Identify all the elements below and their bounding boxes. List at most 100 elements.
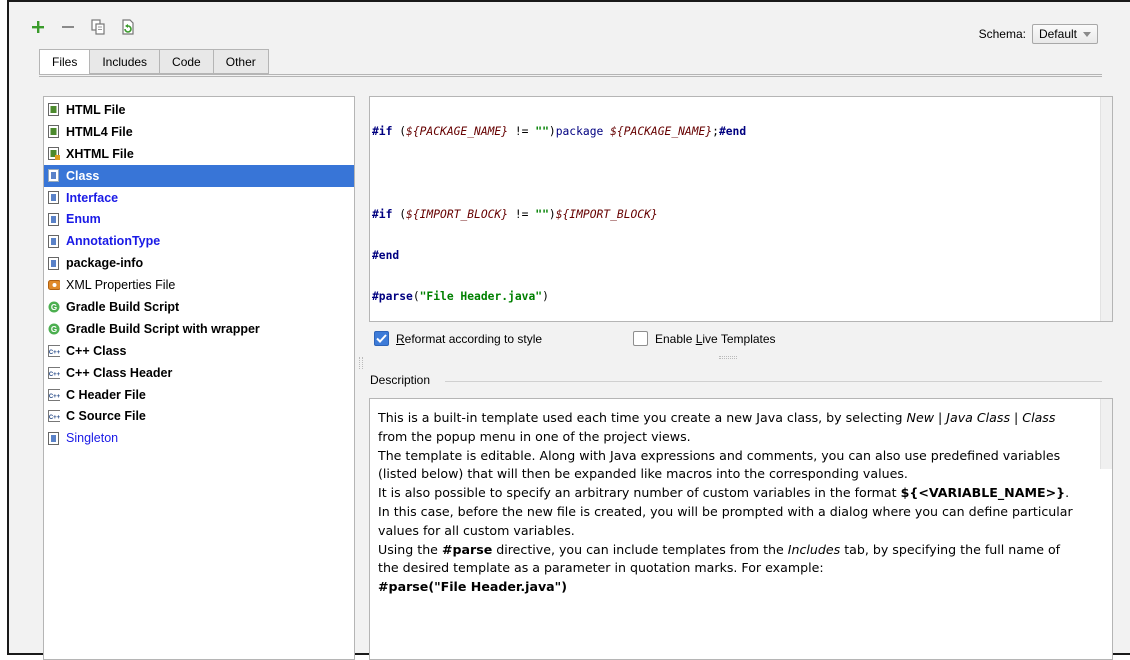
template-code: #if (${PACKAGE_NAME} != "")package ${PAC… — [372, 101, 964, 321]
cpp-icon: C++ — [48, 410, 60, 423]
desc-includes-tab: Includes — [787, 541, 841, 557]
code-line-3: #if (${IMPORT_BLOCK} != "")${IMPORT_BLOC… — [372, 207, 658, 221]
schema-selector: Schema: Default — [979, 24, 1098, 44]
schema-label: Schema: — [978, 27, 1026, 41]
reformat-mnemonic: R — [396, 331, 405, 346]
reformat-label-text: eformat according to style — [404, 331, 543, 346]
tab-code[interactable]: Code — [160, 49, 214, 74]
list-item-label: Class — [66, 168, 100, 183]
java-class-icon — [48, 169, 60, 183]
list-item-html-file[interactable]: HTML File — [44, 99, 354, 121]
list-item-label: C Source File — [66, 409, 146, 424]
desc-text-run: from the popup menu in one of the projec… — [378, 428, 691, 444]
desc-text-run: | — [934, 410, 947, 425]
list-item-label: C++ Class — [66, 343, 127, 358]
desc-menu-class: Class — [1022, 410, 1056, 425]
vertical-splitter-handle[interactable] — [359, 357, 363, 369]
svg-text:C++: C++ — [49, 350, 60, 356]
tab-label: Files — [52, 55, 78, 69]
svg-text:C++: C++ — [49, 394, 60, 400]
gradle-icon: G — [48, 300, 60, 313]
list-item-singleton[interactable]: Singleton — [44, 427, 354, 449]
list-item-label: Gradle Build Script — [66, 299, 180, 314]
list-item-label: HTML File — [66, 102, 126, 117]
tab-label: Code — [172, 54, 201, 69]
live-templates-checkbox[interactable] — [633, 331, 648, 346]
list-item-enum[interactable]: Enum — [44, 208, 354, 230]
cpp-icon: C++ — [48, 366, 60, 379]
desc-text-run: | — [1010, 410, 1023, 425]
live-templates-label: Enable Live Templates — [655, 332, 776, 346]
schema-dropdown[interactable]: Default — [1031, 24, 1098, 44]
reformat-checkbox[interactable] — [374, 331, 389, 346]
copy-icon[interactable] — [89, 18, 107, 36]
list-item-label: C Header File — [66, 387, 146, 402]
desc-variable-syntax: ${<VARIABLE_NAME>} — [900, 485, 1066, 501]
schema-value: Default — [1038, 27, 1077, 41]
list-item-xhtml-file[interactable]: XHTML File — [44, 143, 354, 165]
list-item-cpp-class-header[interactable]: C++ C++ Class Header — [44, 362, 354, 384]
html-file-icon — [48, 125, 60, 139]
plus-icon[interactable] — [29, 18, 47, 36]
desc-text-run: It is also possible to specify an arbitr… — [378, 485, 901, 501]
list-item-label: XHTML File — [66, 146, 134, 161]
list-item-label: Singleton — [66, 431, 119, 446]
svg-text:G: G — [51, 325, 57, 334]
description-divider — [445, 381, 1102, 382]
description-text: This is a built-in template used each ti… — [378, 409, 1078, 597]
list-item-xml-properties-file[interactable]: XML Properties File — [44, 274, 354, 296]
list-item-gradle-build-script[interactable]: G Gradle Build Script — [44, 296, 354, 318]
reset-icon[interactable] — [119, 18, 137, 36]
desc-menu-new: New — [906, 410, 935, 425]
cpp-icon: C++ — [48, 388, 60, 401]
code-line-1: #if (${PACKAGE_NAME} != "")package ${PAC… — [372, 124, 747, 138]
desc-parse-directive: #parse — [441, 541, 493, 557]
list-item-html4-file[interactable]: HTML4 File — [44, 121, 354, 143]
reformat-label: Reformat according to style — [396, 332, 542, 346]
tab-includes[interactable]: Includes — [90, 49, 161, 74]
svg-text:G: G — [51, 303, 57, 312]
live-templates-option[interactable]: Enable Live Templates — [633, 331, 776, 346]
desc-parse-example: #parse("File Header.java") — [378, 579, 567, 595]
horizontal-splitter-handle[interactable] — [719, 356, 737, 359]
reformat-option[interactable]: Reformat according to style — [374, 331, 542, 346]
list-item-gradle-build-script-wrapper[interactable]: G Gradle Build Script with wrapper — [44, 318, 354, 340]
tab-divider — [39, 74, 1102, 77]
live-templates-label-rest: ive Templates — [702, 331, 776, 346]
description-panel: This is a built-in template used each ti… — [369, 398, 1113, 660]
desc-text-run: directive, you can include templates fro… — [492, 541, 788, 557]
tab-other[interactable]: Other — [213, 49, 269, 74]
minus-icon[interactable] — [59, 18, 77, 36]
code-line-4: #end — [372, 248, 400, 262]
list-item-annotationtype[interactable]: AnnotationType — [44, 230, 354, 252]
desc-paragraph-2: The template is editable. Along with Jav… — [378, 447, 1061, 482]
description-scrollbar[interactable] — [1100, 399, 1112, 469]
list-item-label: AnnotationType — [66, 234, 161, 249]
tab-files[interactable]: Files — [39, 49, 91, 75]
list-item-class[interactable]: Class — [44, 164, 354, 187]
list-item-c-header-file[interactable]: C++ C Header File — [44, 384, 354, 406]
file-templates-panel: Schema: Default Files Includes Code Othe… — [7, 0, 1130, 660]
list-item-label: Gradle Build Script with wrapper — [66, 321, 260, 336]
template-editor[interactable]: #if (${PACKAGE_NAME} != "")package ${PAC… — [369, 96, 1113, 322]
list-item-cpp-class[interactable]: C++ C++ Class — [44, 340, 354, 362]
list-item-c-source-file[interactable]: C++ C Source File — [44, 405, 354, 427]
description-heading: Description — [370, 373, 431, 387]
svg-text:C++: C++ — [49, 415, 60, 421]
cpp-icon: C++ — [48, 344, 60, 357]
code-line-5: #parse("File Header.java") — [372, 290, 549, 304]
java-class-icon — [48, 191, 60, 204]
check-icon — [376, 334, 387, 343]
template-list: HTML File HTML4 File XHTML File Class In… — [43, 96, 355, 660]
java-class-icon — [48, 256, 60, 270]
svg-text:C++: C++ — [49, 372, 60, 378]
list-item-interface[interactable]: Interface — [44, 187, 354, 209]
list-item-package-info[interactable]: package-info — [44, 252, 354, 274]
list-item-label: package-info — [66, 256, 144, 271]
list-item-label: HTML4 File — [66, 124, 133, 139]
java-class-icon — [48, 431, 60, 445]
editor-scrollbar[interactable] — [1100, 97, 1112, 321]
template-tabs: Files Includes Code Other — [39, 49, 269, 75]
html-file-icon — [48, 103, 60, 117]
